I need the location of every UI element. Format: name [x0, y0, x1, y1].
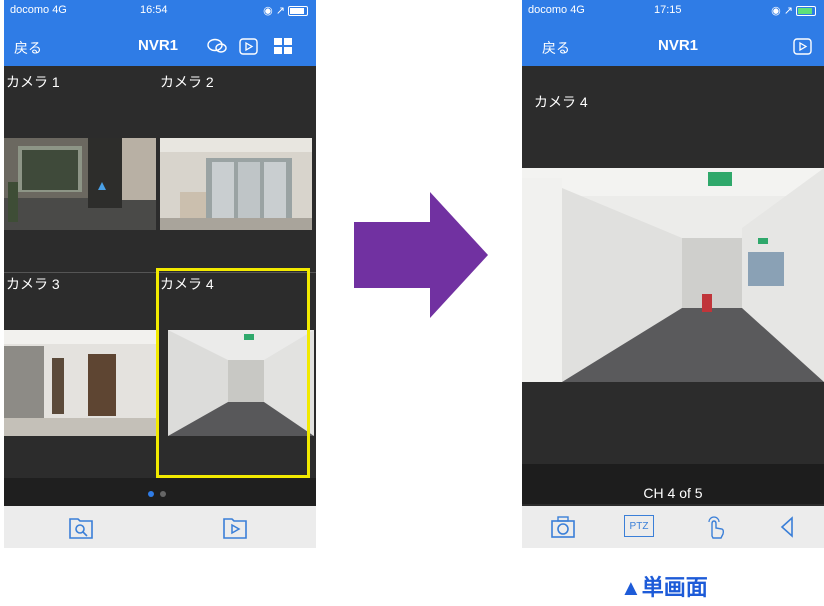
channel-bar: CH 4 of 5 [522, 464, 824, 504]
caption-label: ▲単画面 [620, 575, 708, 600]
bottom-toolbar: PTZ [522, 506, 824, 548]
touch-icon[interactable] [702, 514, 728, 540]
camera-2-label: カメラ 2 [160, 74, 214, 90]
playback-icon[interactable] [792, 36, 814, 56]
back-button[interactable]: 戻る [14, 38, 42, 58]
battery-icon: ◉ ↗ [263, 4, 308, 17]
battery-icon: ◉ ↗ [771, 4, 816, 17]
top-bar: docomo 4G 16:54 ◉ ↗ 戻る NVR1 [4, 0, 316, 66]
status-bar: docomo 4G 17:15 ◉ ↗ [522, 4, 824, 20]
camera-3-feed[interactable] [4, 330, 156, 436]
channel-indicator: CH 4 of 5 [643, 485, 703, 501]
search-icon[interactable] [68, 514, 94, 540]
grid-icon[interactable] [272, 36, 294, 56]
selection-highlight [156, 268, 310, 478]
carrier-label: docomo 4G [528, 4, 585, 16]
top-bar: docomo 4G 17:15 ◉ ↗ 戻る NVR1 [522, 0, 824, 66]
multi-view-screen: docomo 4G 16:54 ◉ ↗ 戻る NVR1 カメラ 1 カメラ 2 … [4, 0, 316, 548]
page-title: NVR1 [138, 37, 179, 54]
bottom-toolbar [4, 506, 316, 548]
page-dot-active[interactable] [148, 491, 154, 497]
camera-4-feed[interactable] [522, 168, 824, 382]
status-time: 17:15 [654, 4, 682, 16]
page-dot[interactable] [160, 491, 166, 497]
speaker-icon[interactable] [774, 514, 800, 540]
ptz-button[interactable]: PTZ [624, 515, 654, 537]
camera-icon[interactable] [550, 514, 576, 540]
carrier-label: docomo 4G [10, 4, 67, 16]
playback-icon[interactable] [238, 36, 260, 56]
status-bar: docomo 4G 16:54 ◉ ↗ [4, 4, 316, 20]
page-indicator [4, 478, 316, 508]
transition-arrow-icon [354, 192, 488, 318]
camera-3-label: カメラ 3 [6, 276, 60, 292]
page-title: NVR1 [658, 37, 699, 54]
camera-2-feed[interactable] [160, 138, 312, 230]
camera-1-label: カメラ 1 [6, 74, 60, 90]
camera-1-feed[interactable] [4, 138, 156, 230]
status-time: 16:54 [140, 4, 168, 16]
back-button[interactable]: 戻る [542, 38, 570, 58]
playback-icon[interactable] [222, 514, 248, 540]
camera-4-label: カメラ 4 [534, 94, 588, 110]
chat-icon[interactable] [206, 36, 228, 56]
single-view-screen: docomo 4G 17:15 ◉ ↗ 戻る NVR1 カメラ 4 CH 4 o… [522, 0, 824, 548]
